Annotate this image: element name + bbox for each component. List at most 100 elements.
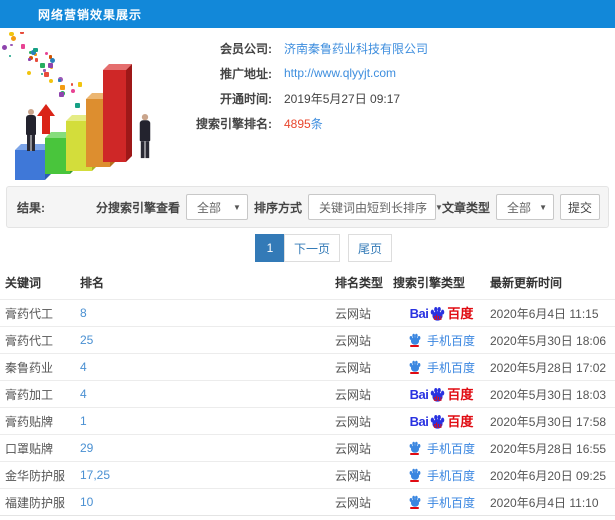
table-header-row: 关键词 排名 排名类型 搜索引擎类型 最新更新时间 bbox=[0, 268, 615, 300]
rank-type-cell: 云网站 bbox=[335, 353, 393, 381]
sort-filter-select[interactable]: 关键词由短到长排序 ▼ bbox=[307, 194, 443, 220]
table-row: 口罩贴牌 29 云网站 手机百度 2020年5月28日 16:55 bbox=[0, 434, 615, 462]
col-header-keyword: 关键词 bbox=[5, 276, 42, 290]
baidu-mobile-badge: 手机百度 bbox=[408, 467, 475, 484]
rank-link[interactable]: 8 bbox=[80, 306, 87, 320]
update-time-cell: 2020年5月30日 17:58 bbox=[490, 407, 615, 435]
table-row: 秦鲁药业 4 云网站 手机百度 2020年5月28日 17:02 bbox=[0, 353, 615, 381]
baidu-paw-icon bbox=[408, 468, 422, 482]
next-page-button[interactable]: 下一页 bbox=[284, 234, 341, 262]
engine-filter-select[interactable]: 全部 ▼ bbox=[185, 194, 248, 220]
rank-count-number: 4895 bbox=[284, 116, 311, 131]
rank-type-cell: 云网站 bbox=[335, 299, 393, 327]
baidu-mobile-badge: 手机百度 bbox=[408, 494, 475, 511]
result-section-label: 结果: bbox=[17, 200, 45, 215]
update-time-cell: 2020年6月4日 11:15 bbox=[490, 299, 615, 327]
open-time-value: 2019年5月27日 09:17 bbox=[284, 91, 401, 106]
rank-link[interactable]: 1 bbox=[80, 414, 87, 428]
info-row-open-time: 开通时间: 2019年5月27日 09:17 bbox=[170, 86, 600, 110]
keyword-cell: 膏药贴牌 bbox=[0, 407, 80, 435]
company-info-list: 会员公司: 济南秦鲁药业科技有限公司 推广地址: http://www.qlyy… bbox=[170, 36, 600, 136]
promo-url-link[interactable]: http://www.qlyyjt.com bbox=[284, 66, 396, 80]
chevron-down-icon: ▼ bbox=[435, 202, 443, 212]
illustration-bar-5 bbox=[103, 64, 132, 162]
engine-filter-label: 分搜索引擎查看 bbox=[95, 200, 180, 215]
type-filter-label: 文章类型 bbox=[441, 200, 490, 215]
table-row: 金华防护服 17,25 云网站 手机百度 2020年6月20日 09:25 bbox=[0, 461, 615, 489]
rank-type-cell: 云网站 bbox=[335, 407, 393, 435]
baidu-paw-icon: du bbox=[429, 414, 446, 430]
baidu-pc-logo: Bai du 百度 bbox=[409, 306, 474, 323]
results-table: 关键词 排名 排名类型 搜索引擎类型 最新更新时间 膏药代工 8 云网站 Bai… bbox=[0, 268, 615, 520]
update-time-cell: 2020年5月28日 16:55 bbox=[490, 434, 615, 462]
keyword-cell: 福建防护服 bbox=[0, 488, 80, 516]
page: 网络营销效果展示 会员公司: 济南秦鲁药业科技有限公司 推广地址: http:/… bbox=[0, 0, 615, 520]
keyword-cell: 秦鲁药业 bbox=[0, 353, 80, 381]
rank-link[interactable]: 29 bbox=[80, 441, 93, 455]
keyword-cell: 膏药加工 bbox=[0, 380, 80, 408]
table-row: 福建防护服 10 云网站 手机百度 2020年6月4日 11:10 bbox=[0, 488, 615, 516]
up-arrow-icon bbox=[37, 104, 55, 134]
keyword-cell: 膏药代工 bbox=[0, 326, 80, 354]
rank-link[interactable]: 25 bbox=[80, 333, 93, 347]
filter-controls: 分搜索引擎查看 全部 ▼ 排序方式 关键词由短到长排序 ▼ 文章类型 全部 ▼ … bbox=[96, 194, 600, 220]
page-title: 网络营销效果展示 bbox=[38, 7, 143, 22]
rank-count-label: 搜索引擎排名: bbox=[196, 116, 272, 131]
app-header: 网络营销效果展示 bbox=[0, 0, 615, 28]
keyword-cell: 膏药代工 bbox=[0, 299, 80, 327]
keyword-cell: 金华防护服 bbox=[0, 461, 80, 489]
baidu-mobile-badge: 手机百度 bbox=[408, 359, 475, 376]
update-time-cell bbox=[490, 515, 615, 520]
page-button-1[interactable]: 1 bbox=[255, 234, 285, 262]
rank-link[interactable]: 4 bbox=[80, 360, 87, 374]
table-row: 膏药贴牌 1 云网站 Bai du 百度 2020年5月30日 17:58 bbox=[0, 407, 615, 435]
pagination: 1 下一页 尾页 bbox=[0, 228, 615, 268]
baidu-paw-icon bbox=[408, 495, 422, 509]
sort-filter-label: 排序方式 bbox=[253, 200, 302, 215]
baidu-paw-icon: du bbox=[429, 306, 446, 322]
rank-link[interactable]: 17,25 bbox=[80, 468, 110, 482]
rank-type-cell: 云网站 bbox=[335, 434, 393, 462]
submit-button[interactable]: 提交 bbox=[560, 194, 600, 220]
baidu-paw-icon bbox=[408, 333, 422, 347]
table-row: 膏药代工 8 云网站 Bai du 百度 2020年6月4日 11:15 bbox=[0, 299, 615, 327]
baidu-paw-icon bbox=[408, 441, 422, 455]
baidu-paw-icon: du bbox=[429, 387, 446, 403]
bar-chart-illustration bbox=[2, 32, 170, 182]
baidu-pc-logo: Bai du 百度 bbox=[409, 414, 474, 431]
keyword-cell: 口罩贴牌 bbox=[0, 434, 80, 462]
chevron-down-icon: ▼ bbox=[233, 202, 241, 212]
update-time-cell: 2020年5月30日 18:06 bbox=[490, 326, 615, 354]
rank-type-cell bbox=[335, 515, 393, 520]
rank-type-cell: 云网站 bbox=[335, 380, 393, 408]
promo-url-label: 推广地址: bbox=[220, 66, 272, 81]
info-row-company: 会员公司: 济南秦鲁药业科技有限公司 bbox=[170, 36, 600, 60]
rank-link[interactable]: 4 bbox=[80, 387, 87, 401]
col-header-engine-type: 搜索引擎类型 bbox=[393, 276, 466, 290]
illustration-bar-1 bbox=[15, 144, 51, 180]
baidu-mobile-badge: 手机百度 bbox=[408, 332, 475, 349]
table-row: 膏药代工 25 云网站 手机百度 2020年5月30日 18:06 bbox=[0, 326, 615, 354]
sort-filter-value: 关键词由短到长排序 bbox=[318, 200, 427, 215]
company-link[interactable]: 济南秦鲁药业科技有限公司 bbox=[284, 40, 428, 57]
col-header-update-time: 最新更新时间 bbox=[490, 276, 563, 290]
info-row-rank-count: 搜索引擎排名: 4895条 bbox=[170, 111, 600, 135]
rank-type-cell: 云网站 bbox=[335, 461, 393, 489]
baidu-paw-icon bbox=[408, 360, 422, 374]
table-row-clipped: 手机百度 bbox=[0, 515, 615, 520]
table-row: 膏药加工 4 云网站 Bai du 百度 2020年5月30日 18:03 bbox=[0, 380, 615, 408]
update-time-cell: 2020年6月4日 11:10 bbox=[490, 488, 615, 516]
rank-link[interactable]: 10 bbox=[80, 495, 93, 509]
keyword-cell bbox=[0, 515, 80, 520]
filter-bar: 结果: 分搜索引擎查看 全部 ▼ 排序方式 关键词由短到长排序 ▼ 文章类型 全… bbox=[6, 186, 609, 228]
last-page-button[interactable]: 尾页 bbox=[348, 234, 393, 262]
type-filter-value: 全部 bbox=[507, 200, 532, 215]
type-filter-select[interactable]: 全部 ▼ bbox=[496, 194, 554, 220]
engine-filter-value: 全部 bbox=[196, 200, 221, 215]
rank-count-value: 4895条 bbox=[284, 115, 323, 132]
rank-count-unit: 条 bbox=[310, 116, 323, 131]
company-label: 会员公司: bbox=[220, 41, 272, 56]
update-time-cell: 2020年5月28日 17:02 bbox=[490, 353, 615, 381]
rank-type-cell: 云网站 bbox=[335, 488, 393, 516]
info-section: 会员公司: 济南秦鲁药业科技有限公司 推广地址: http://www.qlyy… bbox=[0, 28, 615, 186]
